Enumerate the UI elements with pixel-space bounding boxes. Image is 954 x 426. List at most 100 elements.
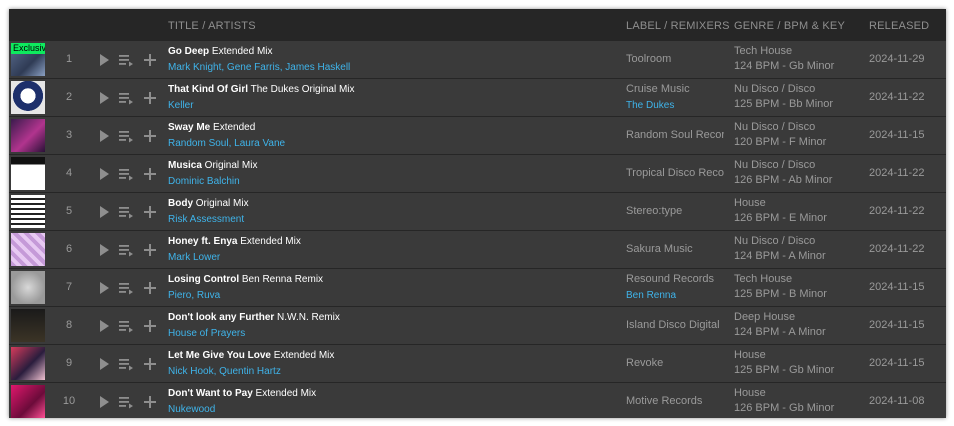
plus-icon[interactable] bbox=[142, 52, 158, 68]
add-to-queue-icon[interactable] bbox=[118, 242, 134, 258]
play-icon[interactable] bbox=[96, 204, 112, 220]
track-label[interactable]: Revoke bbox=[626, 357, 724, 369]
track-title[interactable]: Honey ft. Enya Extended Mix bbox=[168, 236, 458, 247]
track-artwork[interactable] bbox=[11, 233, 45, 266]
track-name[interactable]: Losing Control bbox=[168, 274, 239, 285]
track-genre[interactable]: Deep House bbox=[734, 311, 795, 323]
track-name[interactable]: Don't look any Further bbox=[168, 312, 274, 323]
track-artwork[interactable] bbox=[11, 309, 45, 342]
track-name[interactable]: Honey ft. Enya bbox=[168, 236, 237, 247]
play-icon[interactable] bbox=[96, 90, 112, 106]
track-title[interactable]: Don't Want to Pay Extended Mix bbox=[168, 388, 458, 399]
track-title[interactable]: Losing Control Ben Renna Remix bbox=[168, 274, 458, 285]
add-to-queue-icon[interactable] bbox=[118, 318, 134, 334]
track-title[interactable]: Don't look any Further N.W.N. Remix bbox=[168, 312, 458, 323]
play-icon[interactable] bbox=[96, 166, 112, 182]
play-icon[interactable] bbox=[96, 242, 112, 258]
track-genre[interactable]: Nu Disco / Disco bbox=[734, 121, 815, 133]
track-row[interactable]: 8 Don't look any Further N.W.N. Remix Hous… bbox=[9, 307, 946, 344]
plus-icon[interactable] bbox=[142, 280, 158, 296]
track-name[interactable]: That Kind Of Girl bbox=[168, 84, 248, 95]
track-artists[interactable]: Nukewood bbox=[168, 404, 458, 415]
track-artwork[interactable] bbox=[11, 119, 45, 152]
track-title[interactable]: Body Original Mix bbox=[168, 198, 458, 209]
plus-icon[interactable] bbox=[142, 204, 158, 220]
track-artists[interactable]: Random Soul, Laura Vane bbox=[168, 138, 458, 149]
track-row[interactable]: 3 Sway Me Extended Random Soul, Laura Vane… bbox=[9, 117, 946, 154]
track-title[interactable]: Sway Me Extended bbox=[168, 122, 458, 133]
track-genre[interactable]: Tech House bbox=[734, 273, 792, 285]
track-label[interactable]: Resound Records bbox=[626, 273, 724, 285]
plus-icon[interactable] bbox=[142, 318, 158, 334]
track-row[interactable]: Exclusive 1 Go Deep Extended Mix Mark Knigh… bbox=[9, 41, 946, 78]
track-label[interactable]: Island Disco Digital bbox=[626, 319, 724, 331]
track-label[interactable]: Cruise Music bbox=[626, 83, 724, 95]
track-genre[interactable]: Nu Disco / Disco bbox=[734, 159, 815, 171]
plus-icon[interactable] bbox=[142, 128, 158, 144]
play-icon[interactable] bbox=[96, 52, 112, 68]
track-label[interactable]: Toolroom bbox=[626, 53, 724, 65]
track-title[interactable]: Go Deep Extended Mix bbox=[168, 46, 458, 57]
track-artists[interactable]: Piero, Ruva bbox=[168, 290, 458, 301]
track-artwork[interactable] bbox=[11, 81, 45, 114]
add-to-queue-icon[interactable] bbox=[118, 280, 134, 296]
track-name[interactable]: Don't Want to Pay bbox=[168, 388, 253, 399]
track-row[interactable]: 6 Honey ft. Enya Extended Mix Mark Lower Sa… bbox=[9, 231, 946, 268]
play-icon[interactable] bbox=[96, 394, 112, 410]
plus-icon[interactable] bbox=[142, 394, 158, 410]
add-to-queue-icon[interactable] bbox=[118, 90, 134, 106]
column-genre-bpm-key[interactable]: GENRE / BPM & KEY bbox=[734, 20, 845, 32]
plus-icon[interactable] bbox=[142, 166, 158, 182]
play-icon[interactable] bbox=[96, 128, 112, 144]
track-artists[interactable]: Nick Hook, Quentin Hartz bbox=[168, 366, 458, 377]
play-icon[interactable] bbox=[96, 280, 112, 296]
track-label[interactable]: Tropical Disco Reco bbox=[626, 167, 724, 179]
track-artists[interactable]: Risk Assessment bbox=[168, 214, 458, 225]
track-artwork[interactable] bbox=[11, 347, 45, 380]
track-artwork[interactable]: Exclusive bbox=[11, 43, 45, 76]
track-artwork[interactable] bbox=[11, 195, 45, 228]
track-artwork[interactable] bbox=[11, 385, 45, 418]
track-label[interactable]: Random Soul Recor bbox=[626, 129, 724, 141]
add-to-queue-icon[interactable] bbox=[118, 204, 134, 220]
track-artists[interactable]: Keller bbox=[168, 100, 458, 111]
track-artists[interactable]: Dominic Balchin bbox=[168, 176, 458, 187]
track-name[interactable]: Sway Me bbox=[168, 122, 210, 133]
track-name[interactable]: Musica bbox=[168, 160, 202, 171]
track-genre[interactable]: House bbox=[734, 387, 766, 399]
track-genre[interactable]: Nu Disco / Disco bbox=[734, 235, 815, 247]
add-to-queue-icon[interactable] bbox=[118, 356, 134, 372]
track-label[interactable]: Sakura Music bbox=[626, 243, 724, 255]
plus-icon[interactable] bbox=[142, 90, 158, 106]
track-title[interactable]: Let Me Give You Love Extended Mix bbox=[168, 350, 458, 361]
track-genre[interactable]: House bbox=[734, 197, 766, 209]
add-to-queue-icon[interactable] bbox=[118, 166, 134, 182]
track-genre[interactable]: House bbox=[734, 349, 766, 361]
track-row[interactable]: 5 Body Original Mix Risk Assessment Stereo:… bbox=[9, 193, 946, 230]
track-remixers[interactable]: Ben Renna bbox=[626, 290, 676, 301]
track-remixers[interactable]: The Dukes bbox=[626, 100, 674, 111]
track-row[interactable]: 7 Losing Control Ben Renna Remix Piero, Ru… bbox=[9, 269, 946, 306]
track-row[interactable]: 2 That Kind Of Girl The Dukes Original Mi… bbox=[9, 79, 946, 116]
track-row[interactable]: 9 Let Me Give You Love Extended Mix Nick H… bbox=[9, 345, 946, 382]
track-label[interactable]: Stereo:type bbox=[626, 205, 724, 217]
play-icon[interactable] bbox=[96, 318, 112, 334]
track-artists[interactable]: House of Prayers bbox=[168, 328, 458, 339]
track-artists[interactable]: Mark Knight, Gene Farris, James Haskell bbox=[168, 62, 458, 73]
track-name[interactable]: Go Deep bbox=[168, 46, 209, 57]
column-title-artists[interactable]: TITLE / ARTISTS bbox=[168, 20, 256, 32]
track-name[interactable]: Body bbox=[168, 198, 193, 209]
plus-icon[interactable] bbox=[142, 242, 158, 258]
track-name[interactable]: Let Me Give You Love bbox=[168, 350, 271, 361]
track-label[interactable]: Motive Records bbox=[626, 395, 724, 407]
play-icon[interactable] bbox=[96, 356, 112, 372]
track-title[interactable]: Musica Original Mix bbox=[168, 160, 458, 171]
add-to-queue-icon[interactable] bbox=[118, 128, 134, 144]
plus-icon[interactable] bbox=[142, 356, 158, 372]
add-to-queue-icon[interactable] bbox=[118, 394, 134, 410]
track-row[interactable]: 10 Don't Want to Pay Extended Mix Nukewood… bbox=[9, 383, 946, 418]
track-genre[interactable]: Tech House bbox=[734, 45, 792, 57]
track-row[interactable]: 4 Musica Original Mix Dominic Balchin Tropi… bbox=[9, 155, 946, 192]
add-to-queue-icon[interactable] bbox=[118, 52, 134, 68]
track-artists[interactable]: Mark Lower bbox=[168, 252, 458, 263]
